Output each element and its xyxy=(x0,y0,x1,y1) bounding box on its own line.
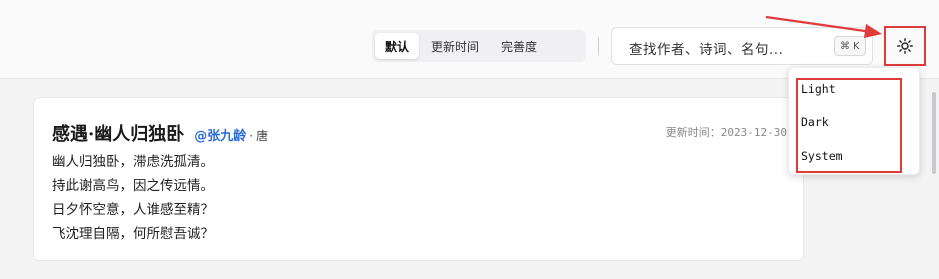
sun-icon xyxy=(897,38,913,54)
sort-segmented-control: 默认 更新时间 完善度 xyxy=(372,30,586,62)
author-link[interactable]: @张九龄 xyxy=(194,125,246,144)
theme-toggle-button[interactable] xyxy=(884,26,926,66)
poem-line: 飞沈理自隔，何所慰吾诚？ xyxy=(52,226,214,242)
theme-option-light[interactable]: Light xyxy=(801,82,836,96)
shortcut-key-label: K xyxy=(853,40,860,52)
poem-line: 日夕怀空意，人谁感至精？ xyxy=(52,202,214,218)
sort-update-time-button[interactable]: 更新时间 xyxy=(421,33,489,59)
poem-line: 幽人归独卧，滞虑洗孤清。 xyxy=(52,154,214,170)
scrollbar-thumb[interactable] xyxy=(932,92,936,174)
poem-title-row: 感遇·幽人归独卧 @张九龄 · 唐 xyxy=(52,120,268,146)
theme-option-system[interactable]: System xyxy=(801,149,843,163)
poem-title[interactable]: 感遇·幽人归独卧 xyxy=(52,120,184,146)
poem-content: 幽人归独卧，滞虑洗孤清。 持此谢高鸟，因之传远情。 日夕怀空意，人谁感至精？ 飞… xyxy=(52,150,214,246)
update-time: 更新时间：2023-12-30 xyxy=(666,124,787,140)
command-key-icon: ⌘ xyxy=(840,40,850,52)
sort-completeness-button[interactable]: 完善度 xyxy=(491,33,547,59)
header-divider xyxy=(598,37,599,55)
theme-option-dark[interactable]: Dark xyxy=(801,115,829,129)
poem-line: 持此谢高鸟，因之传远情。 xyxy=(52,178,214,194)
annotation-arrow xyxy=(765,15,882,38)
sort-default-button[interactable]: 默认 xyxy=(375,33,420,59)
poem-card[interactable]: 感遇·幽人归独卧 @张九龄 · 唐 更新时间：2023-12-30 幽人归独卧，… xyxy=(33,97,804,261)
update-time-value: 2023-12-30 xyxy=(720,126,787,139)
search-placeholder: 查找作者、诗词、名句... xyxy=(629,42,784,58)
theme-menu: Light Dark System xyxy=(788,67,920,175)
title-separator: · xyxy=(249,129,254,143)
update-time-label: 更新时间： xyxy=(665,126,721,139)
dynasty-label: 唐 xyxy=(256,129,269,143)
